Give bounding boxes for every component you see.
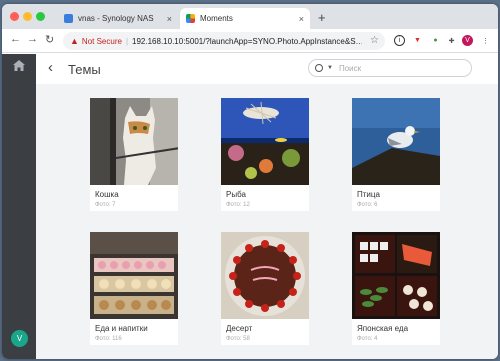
- synology-icon: [64, 14, 73, 23]
- topic-count: Фото: 116: [95, 336, 122, 342]
- tab-strip: vnas - Synology NAS × Moments × +: [2, 4, 498, 29]
- sidebar: V: [2, 54, 36, 359]
- dessert-photo: [221, 232, 309, 319]
- topic-card-dessert[interactable]: Десерт Фото: 58: [221, 232, 309, 345]
- search-icon: [315, 64, 323, 72]
- topic-card-food[interactable]: Еда и напитки Фото: 116: [90, 232, 178, 345]
- tab-moments[interactable]: Moments ×: [180, 8, 310, 29]
- address-bar[interactable]: ▲ Not Secure | 192.168.10.10:5001/?launc…: [63, 32, 385, 50]
- minimize-window-button[interactable]: [23, 12, 32, 21]
- cat-photo: [90, 98, 178, 185]
- topic-count: Фото: 4: [357, 336, 378, 342]
- japanese-food-photo: [352, 232, 440, 319]
- topic-name: Еда и напитки: [95, 324, 148, 333]
- reload-button[interactable]: ↻: [45, 33, 54, 46]
- topic-name: Рыба: [226, 190, 246, 199]
- tab-close-icon[interactable]: ×: [167, 14, 172, 24]
- zoom-window-button[interactable]: [36, 12, 45, 21]
- forward-button[interactable]: →: [27, 33, 38, 45]
- topic-card-bird[interactable]: Птица Фото: 6: [352, 98, 440, 211]
- bookmark-star-icon[interactable]: ☆: [370, 35, 379, 46]
- topic-card-cat[interactable]: Кошка Фото: 7: [90, 98, 178, 211]
- browser-toolbar: ← → ↻ ▲ Not Secure | 192.168.10.10:5001/…: [2, 29, 498, 53]
- menu-icon[interactable]: ⋮: [480, 35, 491, 46]
- extension-green-icon[interactable]: ●: [430, 35, 441, 46]
- page-header: ‹ Темы ▼ Поиск: [36, 54, 498, 84]
- topic-count: Фото: 6: [357, 202, 378, 208]
- new-tab-button[interactable]: +: [318, 10, 326, 25]
- close-window-button[interactable]: [10, 12, 19, 21]
- topics-grid: Кошка Фото: 7 Рыба Фото: 12 Птица Фото: …: [36, 84, 498, 359]
- topic-count: Фото: 12: [226, 202, 250, 208]
- food-photo: [90, 232, 178, 319]
- profile-icon[interactable]: V: [462, 35, 473, 46]
- topic-count: Фото: 58: [226, 336, 250, 342]
- bird-photo: [352, 98, 440, 185]
- tab-synology[interactable]: vnas - Synology NAS ×: [58, 8, 178, 29]
- warning-icon: ▲: [70, 36, 79, 46]
- avatar[interactable]: V: [11, 330, 28, 347]
- tab-close-icon[interactable]: ×: [299, 14, 304, 24]
- topic-name: Японская еда: [357, 324, 409, 333]
- back-arrow-icon[interactable]: ‹: [48, 59, 53, 76]
- topic-card-fish[interactable]: Рыба Фото: 12: [221, 98, 309, 211]
- topic-name: Десерт: [226, 324, 253, 333]
- info-icon[interactable]: i: [394, 35, 405, 46]
- topic-name: Кошка: [95, 190, 119, 199]
- puzzle-icon[interactable]: ✚: [446, 35, 457, 46]
- extension-shield-icon[interactable]: ▼: [412, 35, 423, 46]
- tab-title: Moments: [200, 14, 233, 23]
- back-button[interactable]: ←: [10, 33, 21, 45]
- home-icon[interactable]: [13, 60, 25, 71]
- browser-window: vnas - Synology NAS × Moments × + ← → ↻ …: [2, 4, 498, 359]
- moments-icon: [186, 14, 195, 23]
- topic-card-japanese-food[interactable]: Японская еда Фото: 4: [352, 232, 440, 345]
- security-label[interactable]: Not Secure: [82, 37, 122, 46]
- url-text[interactable]: 192.168.10.10:5001/?launchApp=SYNO.Photo…: [132, 37, 362, 46]
- page-title: Темы: [68, 62, 101, 77]
- chevron-down-icon[interactable]: ▼: [327, 65, 333, 71]
- separator: |: [125, 36, 129, 46]
- topic-count: Фото: 7: [95, 202, 116, 208]
- tab-title: vnas - Synology NAS: [78, 14, 154, 23]
- fish-photo: [221, 98, 309, 185]
- search-input[interactable]: ▼ Поиск: [308, 59, 472, 77]
- topic-name: Птица: [357, 190, 380, 199]
- search-placeholder: Поиск: [338, 63, 362, 73]
